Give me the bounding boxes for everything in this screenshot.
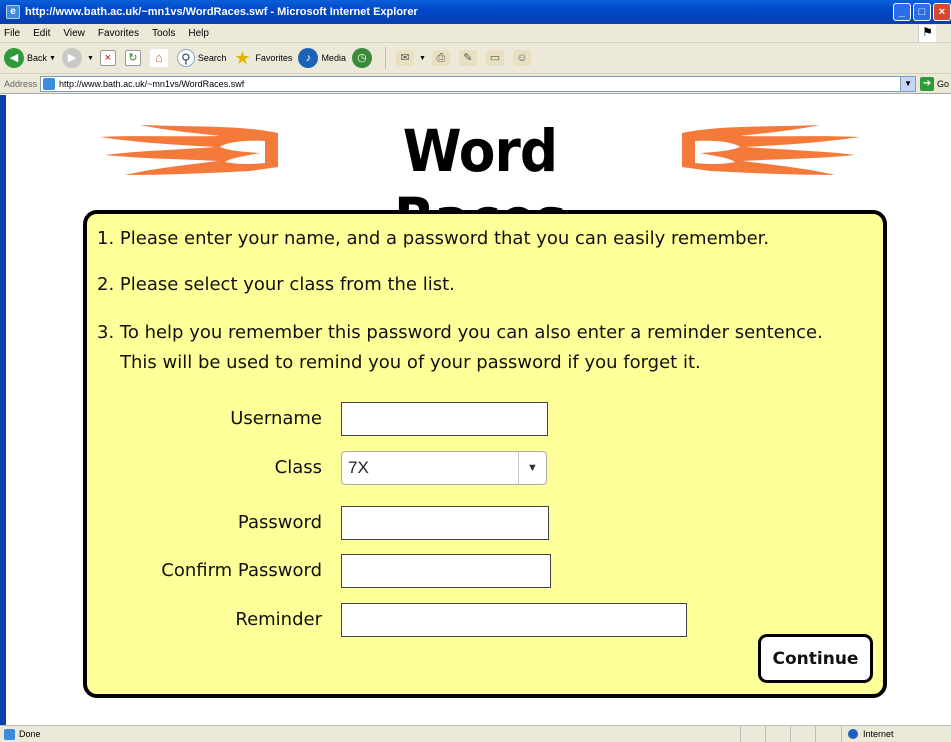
reminder-input[interactable] (341, 603, 687, 637)
back-dropdown-icon[interactable]: ▼ (49, 55, 56, 62)
search-button[interactable]: ⚲ Search (176, 46, 227, 70)
window-controls: _ □ × (893, 3, 951, 21)
go-button[interactable]: ➔ Go (920, 76, 950, 91)
password-input[interactable] (341, 506, 549, 540)
search-label: Search (197, 53, 227, 63)
security-zone: Internet (841, 726, 951, 742)
page-done-icon (4, 728, 15, 740)
forward-dropdown-icon[interactable]: ▼ (87, 55, 94, 62)
instruction-2: 2. Please select your class from the lis… (97, 274, 455, 295)
media-label: Media (321, 53, 346, 63)
confirm-password-input[interactable] (341, 554, 551, 588)
zone-label: Internet (863, 729, 894, 739)
edit-button[interactable]: ✎ (458, 46, 480, 70)
stop-icon: × (99, 50, 116, 66)
back-button[interactable]: ◀ Back ▼ (4, 46, 56, 70)
ie-logo-icon: e (6, 5, 20, 19)
status-divider (790, 726, 791, 742)
globe-icon (848, 729, 858, 739)
page-icon (43, 77, 56, 90)
status-divider (765, 726, 766, 742)
chevron-down-icon[interactable]: ▼ (518, 452, 546, 484)
search-icon: ⚲ (176, 49, 195, 67)
mail-dropdown-icon[interactable]: ▼ (419, 55, 426, 62)
messenger-icon: ☺ (512, 50, 531, 66)
right-flame-graphic (682, 125, 860, 175)
address-label: Address (4, 78, 38, 89)
back-label: Back (27, 53, 48, 63)
history-button[interactable]: ◷ (351, 46, 375, 70)
go-label: Go (937, 78, 950, 89)
menu-favorites[interactable]: Favorites (98, 28, 139, 39)
class-select[interactable]: 7X ▼ (341, 451, 547, 485)
instruction-3: 3. To help you remember this password yo… (97, 322, 823, 343)
password-label: Password (237, 512, 322, 533)
close-icon[interactable]: × (933, 3, 951, 21)
maximize-icon[interactable]: □ (913, 3, 931, 21)
forward-arrow-icon: ▶ (61, 48, 82, 68)
forward-button[interactable]: ▶ ▼ (61, 46, 94, 70)
refresh-button[interactable]: ↻ (124, 46, 144, 70)
reminder-label: Reminder (235, 609, 322, 630)
continue-button[interactable]: Continue (758, 634, 873, 683)
address-url: http://www.bath.ac.uk/~mn1vs/WordRaces.s… (59, 78, 245, 89)
favorites-star-icon: ★ (234, 48, 251, 68)
status-divider (740, 726, 741, 742)
class-selected-value: 7X (348, 458, 369, 477)
window-title: http://www.bath.ac.uk/~mn1vs/WordRaces.s… (25, 6, 418, 18)
discuss-button[interactable]: ▭ (485, 46, 507, 70)
media-button[interactable]: ♪ Media (298, 46, 346, 70)
left-flame-graphic (100, 125, 278, 175)
menu-view[interactable]: View (63, 28, 85, 39)
address-dropdown-icon[interactable]: ▼ (900, 76, 916, 91)
favorites-label: Favorites (255, 53, 293, 63)
history-icon: ◷ (351, 48, 372, 68)
status-divider (815, 726, 816, 742)
refresh-icon: ↻ (124, 50, 141, 66)
mail-button[interactable]: ✉ ▼ (395, 46, 426, 70)
status-bar: Done Internet (0, 725, 951, 742)
minimize-icon[interactable]: _ (893, 3, 911, 21)
address-bar: Address http://www.bath.ac.uk/~mn1vs/Wor… (0, 74, 951, 94)
status-text: Done (19, 729, 41, 739)
home-button[interactable]: ⌂ (149, 46, 171, 70)
menu-help[interactable]: Help (188, 28, 209, 39)
discuss-icon: ▭ (485, 50, 504, 66)
favorites-button[interactable]: ★ Favorites (232, 46, 292, 70)
windows-logo-icon: ⚑ (918, 25, 936, 42)
print-button[interactable]: ⎙ (431, 46, 453, 70)
username-label: Username (230, 408, 322, 429)
go-arrow-icon: ➔ (920, 76, 935, 91)
window-titlebar: e http://www.bath.ac.uk/~mn1vs/WordRaces… (0, 0, 951, 24)
menu-tools[interactable]: Tools (152, 28, 175, 39)
back-arrow-icon: ◀ (4, 48, 24, 68)
mail-icon: ✉ (395, 50, 414, 66)
browser-toolbar: ◀ Back ▼ ▶ ▼ × ↻ ⌂ ⚲ Search ★ Favorites … (0, 43, 951, 74)
menu-bar: File Edit View Favorites Tools Help ⚑ (0, 24, 951, 43)
menu-edit[interactable]: Edit (33, 28, 50, 39)
menu-file[interactable]: File (4, 28, 20, 39)
messenger-button[interactable]: ☺ (512, 46, 534, 70)
stop-button[interactable]: × (99, 46, 119, 70)
confirm-password-label: Confirm Password (161, 560, 322, 581)
class-label: Class (274, 457, 322, 478)
toolbar-separator (384, 47, 386, 69)
print-icon: ⎙ (431, 50, 450, 66)
media-icon: ♪ (298, 48, 319, 68)
address-input[interactable]: http://www.bath.ac.uk/~mn1vs/WordRaces.s… (40, 75, 917, 92)
home-icon: ⌂ (149, 49, 168, 67)
instruction-1: 1. Please enter your name, and a passwor… (97, 228, 770, 249)
instruction-3-continued: This will be used to remind you of your … (120, 352, 701, 373)
edit-icon: ✎ (458, 50, 477, 66)
username-input[interactable] (341, 402, 548, 436)
